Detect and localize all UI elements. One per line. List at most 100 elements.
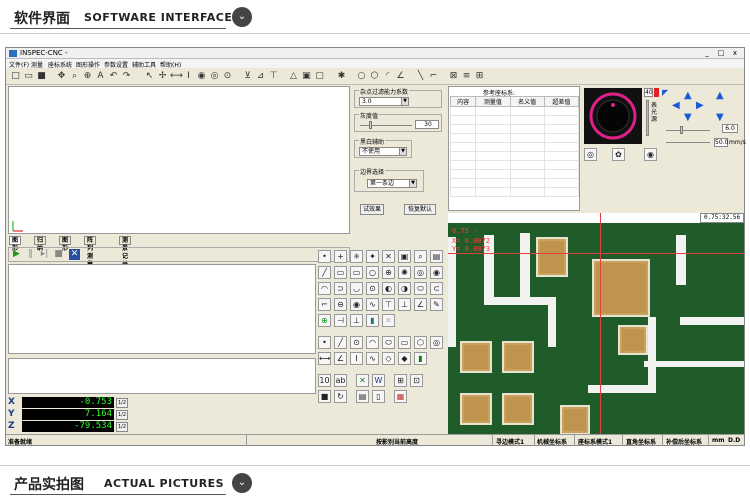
circle-tool-icon[interactable]: ○ bbox=[366, 266, 379, 279]
eye-tool-icon[interactable]: ◐ bbox=[382, 282, 395, 295]
doc-icon[interactable]: ▯ bbox=[372, 390, 385, 403]
up-icon[interactable]: △ bbox=[288, 71, 299, 82]
line-tool-icon[interactable]: ╱ bbox=[318, 266, 331, 279]
point2-tool-icon[interactable]: • bbox=[318, 336, 331, 349]
polygon-icon[interactable]: ⬡ bbox=[369, 71, 380, 82]
bar-tool-icon[interactable]: ⊖ bbox=[334, 298, 347, 311]
line-icon[interactable]: ╲ bbox=[415, 71, 426, 82]
arrow-down-icon[interactable]: ▼ bbox=[684, 112, 694, 123]
list-icon[interactable]: ≡ bbox=[461, 71, 472, 82]
ring-tool-icon[interactable]: ◎ bbox=[414, 266, 427, 279]
tab-array[interactable]: 阵列测量 bbox=[84, 236, 97, 268]
hole-tool-icon[interactable]: ◉ bbox=[430, 266, 443, 279]
table-row[interactable] bbox=[449, 187, 580, 197]
speed-max[interactable]: 50.0 bbox=[714, 138, 728, 147]
fit-icon[interactable]: ⊠ bbox=[448, 71, 459, 82]
gray-slider-thumb[interactable] bbox=[369, 121, 372, 129]
tab-graph-2[interactable]: 图形 bbox=[59, 236, 72, 252]
chart-icon[interactable]: ⊿ bbox=[255, 71, 266, 82]
arrow-up-left-icon[interactable]: ◤ bbox=[662, 88, 670, 97]
dimension-tool-icon[interactable]: ⊤ bbox=[382, 298, 395, 311]
bw-select[interactable]: 不使用 ▼ bbox=[359, 147, 407, 156]
align-tool-icon[interactable]: ⊥ bbox=[398, 298, 411, 311]
ellipse2-tool-icon[interactable]: ⬭ bbox=[382, 336, 395, 349]
zoom-tool-icon[interactable]: ⌕ bbox=[414, 250, 427, 263]
fill-tool-icon[interactable]: ◆ bbox=[398, 352, 411, 365]
table-row[interactable] bbox=[449, 106, 580, 116]
color-icon[interactable]: ▦ bbox=[394, 390, 407, 403]
save-icon[interactable]: ■ bbox=[36, 71, 47, 82]
arrow-left-icon[interactable]: ◀ bbox=[672, 100, 682, 111]
hole2-tool-icon[interactable]: ◉ bbox=[350, 298, 363, 311]
distance-tool-icon[interactable]: ⟷ bbox=[318, 352, 331, 365]
rect2-tool-icon[interactable]: ▭ bbox=[350, 266, 363, 279]
bracket-icon[interactable]: ⊤ bbox=[268, 71, 279, 82]
x-tool-icon[interactable]: ✕ bbox=[382, 250, 395, 263]
move-icon[interactable]: ✥ bbox=[56, 71, 67, 82]
arc3-tool-icon[interactable]: ◠ bbox=[366, 336, 379, 349]
angle2-tool-icon[interactable]: ∠ bbox=[334, 352, 347, 365]
edge-select[interactable]: 第一条边 ▼ bbox=[367, 179, 417, 188]
camera-view[interactable]: 0.75:32.56 0.75 - X= 0.0072 Y= 0.0073 bbox=[448, 213, 744, 434]
pen-tool-icon[interactable]: ✎ bbox=[430, 298, 443, 311]
tangent-tool-icon[interactable]: ◇ bbox=[382, 352, 395, 365]
copy-icon[interactable]: ⊞ bbox=[394, 374, 407, 387]
curve-tool-icon[interactable]: ⊃ bbox=[334, 282, 347, 295]
frame-icon[interactable]: ▢ bbox=[314, 71, 325, 82]
report-tool-icon[interactable]: ▮ bbox=[366, 314, 379, 327]
table-row[interactable] bbox=[449, 178, 580, 188]
vertical-tool-icon[interactable]: I bbox=[350, 352, 363, 365]
speed-slider-thumb[interactable] bbox=[680, 126, 683, 134]
photo-tool-icon[interactable]: ▤ bbox=[430, 250, 443, 263]
crop-icon[interactable]: ⌐ bbox=[428, 71, 439, 82]
light-slider[interactable] bbox=[646, 100, 649, 136]
angle-icon[interactable]: ◉ bbox=[196, 71, 207, 82]
horizontal-dim-icon[interactable]: ⟷ bbox=[170, 71, 183, 82]
ring2-tool-icon[interactable]: ◎ bbox=[430, 336, 443, 349]
program-list[interactable] bbox=[8, 264, 316, 354]
table-row[interactable] bbox=[449, 142, 580, 152]
radius-icon[interactable]: ◎ bbox=[209, 71, 220, 82]
gray-value-field[interactable]: 30 bbox=[415, 120, 439, 129]
table-row[interactable] bbox=[449, 124, 580, 134]
table-row[interactable] bbox=[449, 115, 580, 125]
stop-icon[interactable]: ■ bbox=[53, 249, 64, 260]
segment-light-button[interactable]: ✿ bbox=[612, 148, 625, 161]
arrow-icon[interactable]: ↖ bbox=[144, 71, 155, 82]
corner-tool-icon[interactable]: ⌐ bbox=[318, 298, 331, 311]
arc-icon[interactable]: ◜ bbox=[382, 71, 393, 82]
clear-tool-icon[interactable]: ✕ bbox=[382, 314, 395, 327]
angle-tool-icon[interactable]: ∠ bbox=[414, 298, 427, 311]
col-measured[interactable]: 测量值 bbox=[475, 96, 511, 107]
message-area[interactable] bbox=[8, 358, 316, 394]
minimize-button[interactable]: _ bbox=[700, 49, 714, 58]
arrow-right-icon[interactable]: ▶ bbox=[696, 100, 706, 111]
circle2-tool-icon[interactable]: ⊙ bbox=[350, 336, 363, 349]
add-tool-icon[interactable]: ⊕ bbox=[318, 314, 331, 327]
vertical-dim-icon[interactable]: I bbox=[183, 71, 194, 82]
paste-icon[interactable]: ⊡ bbox=[410, 374, 423, 387]
table-row[interactable] bbox=[449, 133, 580, 143]
table-row[interactable] bbox=[449, 151, 580, 161]
open-icon[interactable]: ▭ bbox=[23, 71, 34, 82]
col-deviation[interactable]: 超差值 bbox=[543, 96, 580, 107]
tab-summary[interactable]: 归纳 bbox=[34, 236, 47, 252]
reset-button[interactable]: 恢复默认 bbox=[404, 204, 436, 215]
zoom-icon[interactable]: ⌕ bbox=[69, 71, 80, 82]
arc2-tool-icon[interactable]: ◡ bbox=[350, 282, 363, 295]
x-half-button[interactable]: 1/2 bbox=[116, 398, 128, 408]
align-icon[interactable]: ⊻ bbox=[242, 71, 253, 82]
grid-icon[interactable]: ⊞ bbox=[474, 71, 485, 82]
export-tool-icon[interactable]: ▮ bbox=[414, 352, 427, 365]
maximize-button[interactable]: □ bbox=[714, 49, 728, 58]
magic-tool-icon[interactable]: ✦ bbox=[366, 250, 379, 263]
z-down-icon[interactable]: ▼ bbox=[716, 112, 726, 123]
eye2-tool-icon[interactable]: ◑ bbox=[398, 282, 411, 295]
text-10-icon[interactable]: 10 bbox=[318, 374, 331, 387]
light-on-indicator[interactable] bbox=[654, 88, 659, 97]
text-icon[interactable]: A bbox=[95, 71, 106, 82]
y-half-button[interactable]: 1/2 bbox=[116, 410, 128, 420]
refresh-icon[interactable]: ↻ bbox=[334, 390, 347, 403]
ellipse-tool-icon[interactable]: ⬭ bbox=[414, 282, 427, 295]
drawing-canvas[interactable] bbox=[8, 86, 350, 234]
